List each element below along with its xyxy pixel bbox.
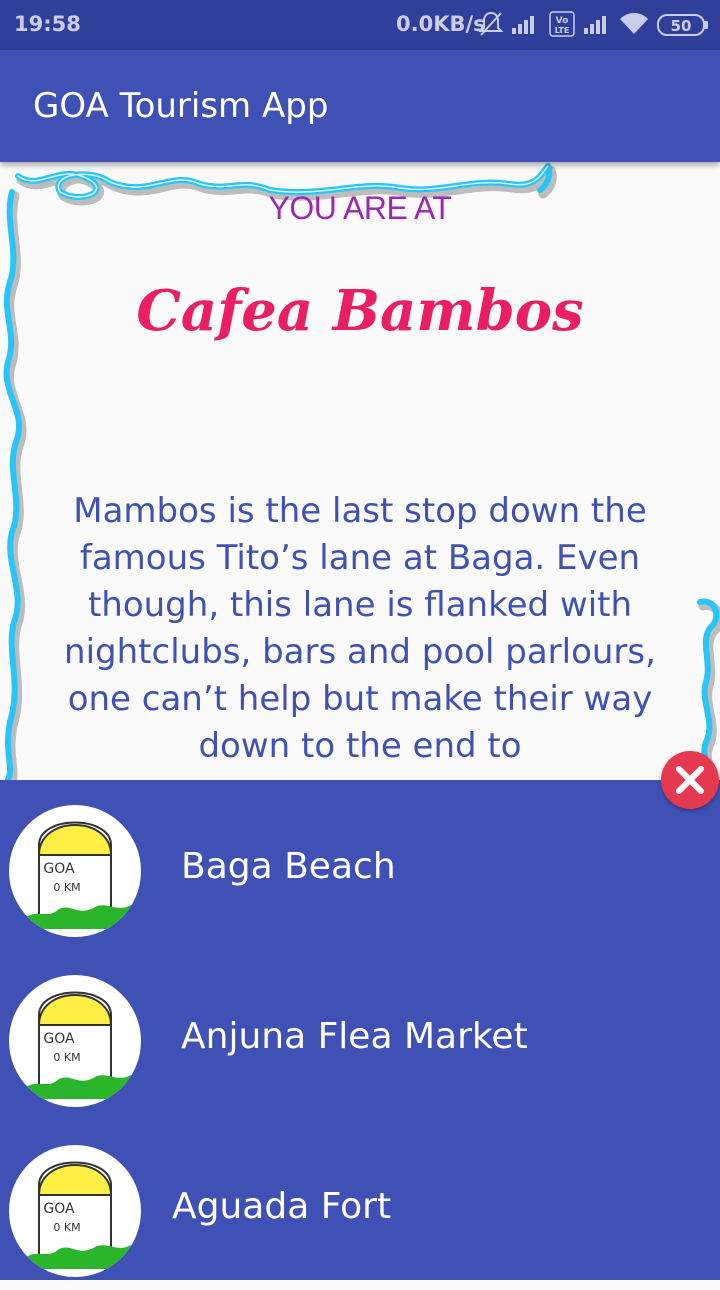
you-are-at-label: YOU ARE AT — [268, 190, 452, 226]
list-item-label: Anjuna Flea Market — [181, 1016, 528, 1057]
close-icon — [676, 766, 704, 794]
list-item-aguada-fort[interactable]: GOA 0 KM Aguada Fort — [0, 1120, 720, 1290]
milestone-icon: GOA 0 KM — [23, 991, 131, 1099]
volte-icon: Vo LTE — [549, 11, 575, 37]
milestone-icon: GOA 0 KM — [23, 1161, 131, 1269]
app-bar: GOA Tourism App — [0, 50, 720, 162]
list-item-label: Baga Beach — [181, 846, 396, 887]
svg-text:GOA: GOA — [43, 1201, 75, 1217]
svg-text:50: 50 — [671, 17, 692, 35]
bell-off-icon — [478, 11, 504, 36]
status-bar: 19:58 0.0KB/s Vo LTE 50 — [0, 0, 720, 50]
svg-text:LTE: LTE — [555, 26, 570, 35]
signal-2-icon — [584, 16, 606, 34]
status-time: 19:58 — [14, 12, 81, 36]
network-speed: 0.0KB/s — [396, 12, 486, 36]
wifi-icon — [620, 13, 648, 34]
place-detail[interactable]: YOU ARE AT Cafea Bambos Mambos is the la… — [0, 162, 720, 780]
nearby-places-sheet: GOA 0 KM Baga Beach GOA 0 KM Anjuna Flea… — [0, 780, 720, 1280]
close-button[interactable] — [661, 751, 719, 809]
svg-text:0 KM: 0 KM — [53, 881, 80, 894]
milestone-avatar: GOA 0 KM — [9, 1145, 141, 1277]
list-item-baga-beach[interactable]: GOA 0 KM Baga Beach — [0, 780, 720, 950]
list-item-label: Aguada Fort — [172, 1186, 392, 1227]
milestone-icon: GOA 0 KM — [23, 821, 131, 929]
svg-text:0 KM: 0 KM — [53, 1051, 80, 1064]
list-item-anjuna-flea-market[interactable]: GOA 0 KM Anjuna Flea Market — [0, 950, 720, 1120]
svg-text:Vo: Vo — [556, 16, 569, 26]
signal-icon — [512, 16, 534, 34]
svg-text:0 KM: 0 KM — [53, 1221, 80, 1234]
milestone-avatar: GOA 0 KM — [9, 975, 141, 1107]
place-description: Mambos is the last stop down the famous … — [64, 491, 656, 766]
place-title: Cafea Bambos — [136, 278, 584, 344]
battery-icon: 50 — [657, 14, 708, 36]
svg-text:GOA: GOA — [43, 1031, 75, 1047]
app-title: GOA Tourism App — [33, 86, 329, 126]
milestone-avatar: GOA 0 KM — [9, 805, 141, 937]
svg-text:GOA: GOA — [43, 861, 75, 877]
